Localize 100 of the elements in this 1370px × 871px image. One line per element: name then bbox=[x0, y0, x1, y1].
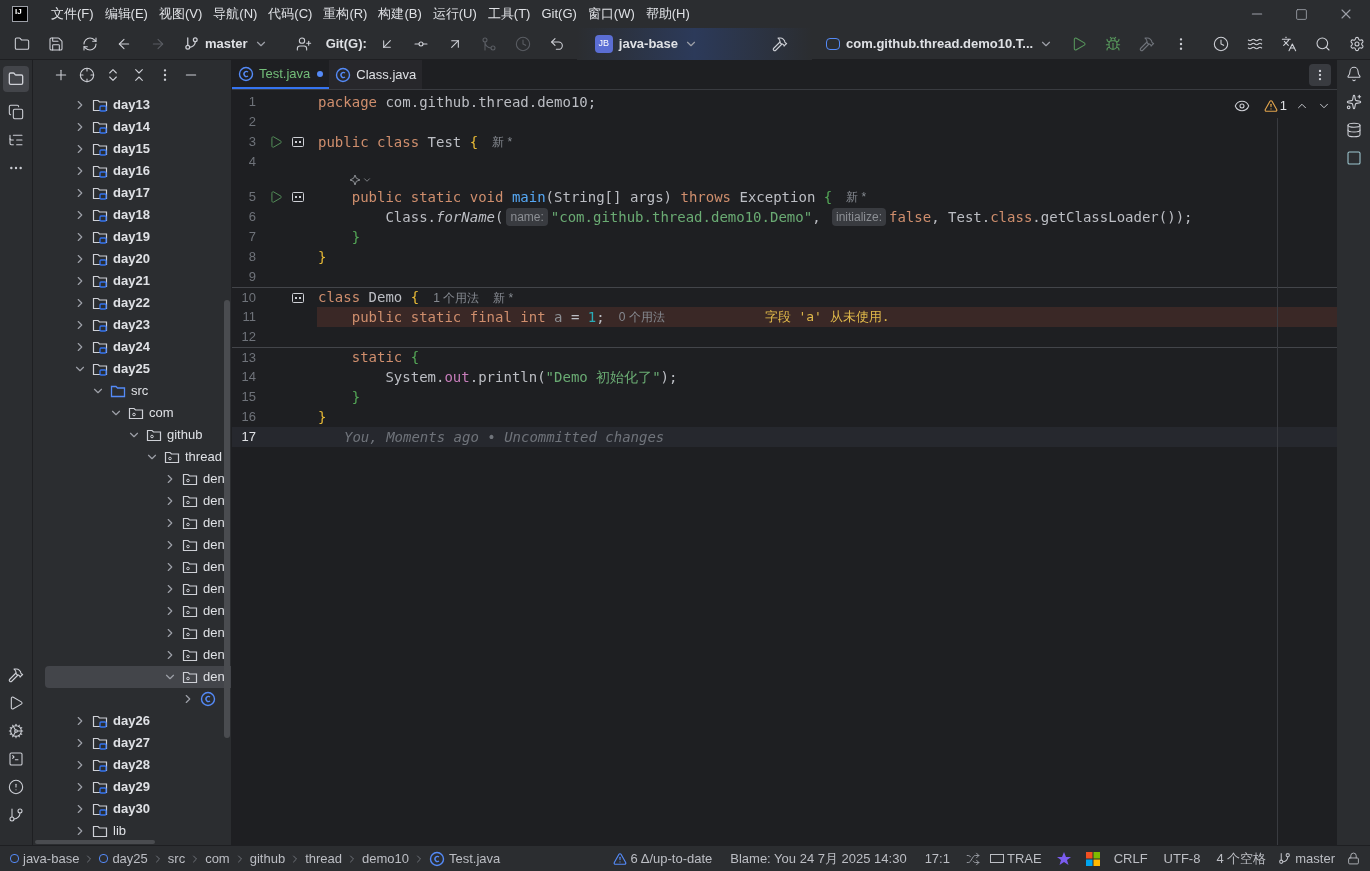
tree-item[interactable]: day19 bbox=[45, 226, 231, 248]
breadcrumb[interactable]: com bbox=[205, 848, 230, 869]
breadcrumb[interactable]: Test.java bbox=[429, 848, 501, 869]
folder-icon[interactable] bbox=[14, 35, 30, 52]
ai-spark-icon[interactable] bbox=[349, 173, 361, 186]
maximize-icon[interactable] bbox=[1295, 7, 1308, 21]
tree-item[interactable]: day14 bbox=[45, 116, 231, 138]
debug-icon[interactable] bbox=[1105, 35, 1122, 52]
structure-icon[interactable] bbox=[8, 132, 24, 148]
menu-item[interactable]: 文件(F) bbox=[46, 4, 99, 24]
tree-item[interactable]: day17 bbox=[45, 182, 231, 204]
hammer-icon[interactable] bbox=[772, 35, 789, 52]
tree-item[interactable]: src bbox=[45, 380, 231, 402]
git-icon[interactable] bbox=[8, 807, 24, 823]
tree-item[interactable]: den bbox=[45, 556, 231, 578]
blame-status[interactable]: Blame: You 24 7月 2025 14:30 bbox=[730, 848, 907, 869]
tree-item[interactable]: day22 bbox=[45, 292, 231, 314]
implementation-icon[interactable] bbox=[292, 137, 304, 147]
indent-setting[interactable]: 4 个空格 bbox=[1216, 848, 1267, 869]
tree-item[interactable]: day24 bbox=[45, 336, 231, 358]
database-icon[interactable] bbox=[1345, 122, 1362, 138]
menu-item[interactable]: 视图(V) bbox=[153, 4, 208, 24]
menu-item[interactable]: 工具(T) bbox=[482, 4, 536, 24]
terminal-icon[interactable] bbox=[8, 751, 24, 767]
tree-item[interactable]: den bbox=[45, 600, 231, 622]
breadcrumb[interactable]: java-base bbox=[10, 848, 80, 869]
run-icon[interactable] bbox=[269, 135, 283, 149]
star-logo-icon[interactable] bbox=[1055, 850, 1072, 867]
menu-item[interactable]: 编辑(E) bbox=[99, 4, 153, 24]
menu-item[interactable]: 运行(U) bbox=[427, 4, 482, 24]
tree-item[interactable]: day20 bbox=[45, 248, 231, 270]
tree-item[interactable]: com bbox=[45, 402, 231, 424]
locate-icon[interactable] bbox=[79, 67, 95, 83]
tree-item[interactable]: github bbox=[45, 424, 231, 446]
breadcrumb[interactable]: demo10 bbox=[362, 848, 409, 869]
project-tool-button[interactable] bbox=[3, 66, 29, 92]
menu-item[interactable]: 窗口(W) bbox=[582, 4, 640, 24]
tree-item[interactable]: day18 bbox=[45, 204, 231, 226]
menu-item[interactable]: 导航(N) bbox=[208, 4, 263, 24]
breadcrumb[interactable]: github bbox=[249, 848, 286, 869]
save-icon[interactable] bbox=[48, 35, 64, 52]
sync-icon[interactable] bbox=[82, 35, 98, 52]
line-separator[interactable]: CRLF bbox=[1113, 848, 1148, 869]
lock-icon[interactable] bbox=[1347, 852, 1360, 865]
translate-icon[interactable] bbox=[1281, 35, 1298, 52]
tree-item[interactable]: lib bbox=[45, 820, 231, 842]
branch-dropdown[interactable]: master bbox=[178, 30, 274, 57]
tree-item[interactable]: day29 bbox=[45, 776, 231, 798]
tree-item[interactable]: day16 bbox=[45, 160, 231, 182]
add-user-icon[interactable] bbox=[295, 35, 312, 52]
tree-item[interactable]: den bbox=[45, 644, 231, 666]
windows-logo-icon[interactable] bbox=[1085, 851, 1100, 866]
rollback-icon[interactable] bbox=[548, 35, 565, 52]
tree-item[interactable]: day27 bbox=[45, 732, 231, 754]
tree-item[interactable]: den bbox=[45, 512, 231, 534]
menu-item[interactable]: 帮助(H) bbox=[640, 4, 695, 24]
add-icon[interactable] bbox=[53, 67, 69, 83]
warning-count[interactable]: 1 bbox=[1263, 96, 1287, 116]
tree-item[interactable]: day30 bbox=[45, 798, 231, 820]
horizontal-scrollbar[interactable] bbox=[35, 840, 155, 844]
editor-tab[interactable]: Class.java bbox=[329, 60, 423, 89]
settings-icon[interactable] bbox=[1349, 35, 1366, 52]
tree-item[interactable]: day15 bbox=[45, 138, 231, 160]
services-icon[interactable] bbox=[8, 723, 24, 739]
menu-item[interactable]: 构建(B) bbox=[373, 4, 427, 24]
tree-item[interactable]: den bbox=[45, 666, 231, 688]
tree-item[interactable]: day23 bbox=[45, 314, 231, 336]
tree-item[interactable]: day21 bbox=[45, 270, 231, 292]
breadcrumb[interactable]: src bbox=[167, 848, 186, 869]
menu-item[interactable]: 代码(C) bbox=[263, 4, 318, 24]
tree-item[interactable]: den bbox=[45, 490, 231, 512]
tree-item[interactable]: day26 bbox=[45, 710, 231, 732]
trae-widget[interactable]: TRAE bbox=[989, 848, 1042, 869]
tree-item[interactable]: day25 bbox=[45, 358, 231, 380]
menu-item[interactable]: 重构(R) bbox=[318, 4, 373, 24]
tree-item[interactable]: den bbox=[45, 578, 231, 600]
tree-item[interactable]: day28 bbox=[45, 754, 231, 776]
implementation-icon[interactable] bbox=[292, 292, 304, 303]
tree-item[interactable]: day13 bbox=[45, 94, 231, 116]
problems-icon[interactable] bbox=[8, 779, 24, 795]
run-icon[interactable] bbox=[8, 695, 24, 711]
run-icon[interactable] bbox=[269, 190, 283, 204]
shuffle-icon[interactable] bbox=[965, 851, 980, 866]
vcs-status[interactable]: 6 Δ/up-to-date bbox=[612, 848, 713, 869]
search-icon[interactable] bbox=[1315, 35, 1332, 52]
breadcrumb[interactable]: thread bbox=[305, 848, 342, 869]
run-icon[interactable] bbox=[1071, 35, 1088, 52]
build-icon[interactable] bbox=[1139, 35, 1156, 52]
vertical-scrollbar[interactable] bbox=[224, 300, 230, 738]
caret-position[interactable]: 17:1 bbox=[924, 848, 950, 869]
run-config-dropdown[interactable]: com.github.thread.demo10.T... bbox=[826, 33, 1054, 54]
encoding[interactable]: UTF-8 bbox=[1163, 848, 1201, 869]
breadcrumb[interactable]: day25 bbox=[99, 848, 148, 869]
menu-item[interactable]: Git(G) bbox=[536, 4, 582, 24]
tree-item[interactable]: den bbox=[45, 468, 231, 490]
tree-item[interactable]: den bbox=[45, 622, 231, 644]
tree-item[interactable]: den bbox=[45, 534, 231, 556]
implementation-icon[interactable] bbox=[292, 192, 304, 202]
notifications-icon[interactable] bbox=[1345, 66, 1362, 82]
tree-item[interactable]: thread bbox=[45, 446, 231, 468]
